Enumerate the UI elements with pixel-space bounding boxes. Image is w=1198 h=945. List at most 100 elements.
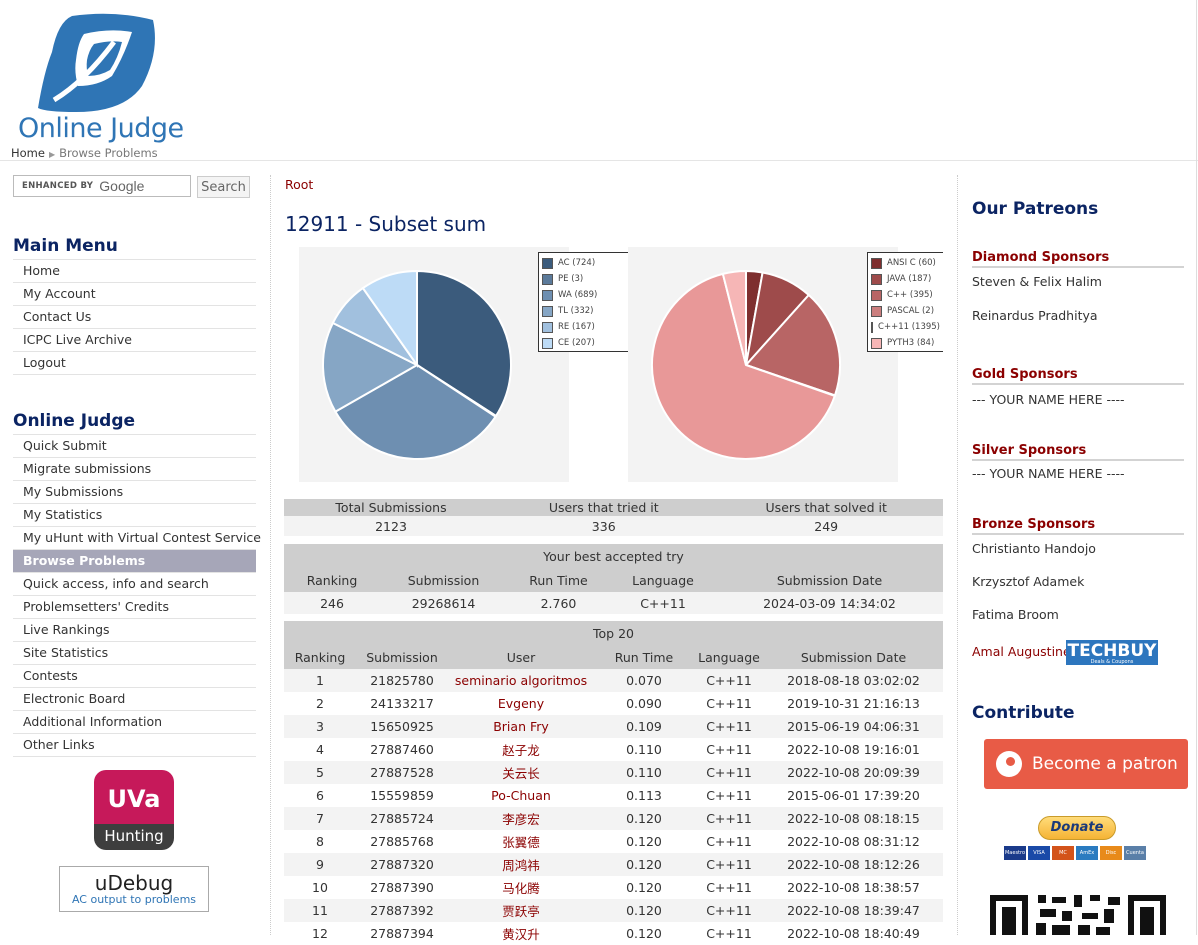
top20-cell-run-time: 0.113 (594, 784, 694, 807)
user-link[interactable]: 黄汉升 (448, 922, 594, 945)
menu-item-icpc-live-archive[interactable]: ICPC Live Archive (13, 328, 256, 351)
search-input[interactable]: ENHANCED BY Google (13, 175, 191, 197)
user-link[interactable]: Evgeny (448, 692, 594, 715)
table-row: 10 27887390 马化腾 0.120 C++11 2022-10-08 18:38:… (284, 876, 943, 899)
user-link[interactable]: 贾跃亭 (448, 899, 594, 922)
table-row: 1 21825780 seminario algoritmos 0.070 C++11 2… (284, 669, 943, 692)
user-link[interactable]: seminario algoritmos (448, 669, 594, 692)
search-button[interactable]: Search (197, 176, 250, 198)
become-patron-label: Become a patron (1032, 754, 1178, 774)
top20-cell-ranking: 12 (284, 922, 356, 945)
menu-item-migrate-submissions[interactable]: Migrate submissions (13, 457, 256, 480)
user-link[interactable]: 李彦宏 (448, 807, 594, 830)
google-logo: Google (99, 178, 145, 194)
best-try-header-submission: Submission (380, 568, 507, 592)
user-link[interactable]: 周鸿祎 (448, 853, 594, 876)
menu-item-electronic-board[interactable]: Electronic Board (13, 687, 256, 710)
become-patron-button[interactable]: Become a patron (984, 739, 1188, 789)
top20-cell-run-time: 0.110 (594, 761, 694, 784)
user-link[interactable]: 张翼德 (448, 830, 594, 853)
language-pie-chart (651, 269, 841, 460)
menu-item-other-links[interactable]: Other Links (13, 733, 256, 757)
left-divider (270, 175, 271, 935)
top20-cell-language: C++11 (694, 876, 764, 899)
sponsor-link[interactable]: Amal Augustine (972, 644, 1071, 659)
top20-cell-submission: 21825780 (356, 669, 448, 692)
main-menu-title: Main Menu (13, 236, 118, 256)
best-try-cell-language: C++11 (610, 592, 716, 614)
menu-item-live-rankings[interactable]: Live Rankings (13, 618, 256, 641)
legend-swatch (542, 257, 553, 269)
table-row: 3 15650925 Brian Fry 0.109 C++11 2015-06-19 0… (284, 715, 943, 738)
table-row: 2 24133217 Evgeny 0.090 C++11 2019-10-31 21:1… (284, 692, 943, 715)
menu-item-contests[interactable]: Contests (13, 664, 256, 687)
qr-code-icon (990, 895, 1166, 935)
stats-tried: 336 (498, 516, 710, 536)
top20-cell-submission-date: 2022-10-08 18:40:49 (764, 922, 943, 945)
top20-cell-submission: 24133217 (356, 692, 448, 715)
legend-swatch (871, 273, 882, 285)
diamond-sponsors-heading: Diamond Sponsors (972, 250, 1184, 268)
user-link[interactable]: 马化腾 (448, 876, 594, 899)
menu-item-my-submissions[interactable]: My Submissions (13, 480, 256, 503)
top20-cell-submission: 27887528 (356, 761, 448, 784)
user-link[interactable]: Brian Fry (448, 715, 594, 738)
top20-header-language: Language (694, 645, 764, 669)
techbuy-logo[interactable]: TECHBUY Deals & Coupons (1066, 640, 1158, 665)
user-link[interactable]: 赵子龙 (448, 738, 594, 761)
stats-total: 2123 (284, 516, 499, 536)
menu-item-my-account[interactable]: My Account (13, 282, 256, 305)
best-try-cell-run-time: 2.760 (507, 592, 610, 614)
legend-item: PASCAL (2) (871, 303, 940, 319)
best-try-header-submission-date: Submission Date (716, 568, 943, 592)
top20-cell-submission-date: 2018-08-18 03:02:02 (764, 669, 943, 692)
best-try-header-run-time: Run Time (507, 568, 610, 592)
top20-cell-ranking: 9 (284, 853, 356, 876)
legend-swatch (871, 305, 882, 317)
legend-item: ANSI C (60) (871, 255, 940, 271)
uva-badge-top: UVa (94, 770, 174, 824)
table-row: 12 27887394 黄汉升 0.120 C++11 2022-10-08 18:40:… (284, 922, 943, 945)
top20-cell-submission: 27887320 (356, 853, 448, 876)
top20-cell-submission-date: 2022-10-08 18:38:57 (764, 876, 943, 899)
top20-cell-submission: 27887392 (356, 899, 448, 922)
menu-item-my-statistics[interactable]: My Statistics (13, 503, 256, 526)
best-try-cell-submission: 29268614 (380, 592, 507, 614)
menu-item-additional-information[interactable]: Additional Information (13, 710, 256, 733)
menu-item-logout[interactable]: Logout (13, 351, 256, 375)
menu-item-browse-problems[interactable]: Browse Problems (13, 549, 256, 572)
legend-label: JAVA (187) (887, 274, 932, 284)
menu-item-site-statistics[interactable]: Site Statistics (13, 641, 256, 664)
top20-cell-submission: 27885724 (356, 807, 448, 830)
top20-cell-language: C++11 (694, 899, 764, 922)
legend-swatch (871, 257, 882, 269)
menu-item-quick-access-info-and-search[interactable]: Quick access, info and search (13, 572, 256, 595)
menu-item-my-uhunt-with-virtual-contest-service[interactable]: My uHunt with Virtual Contest Service (13, 526, 261, 549)
legend-label: WA (689) (558, 290, 598, 300)
table-row: 5 27887528 关云长 0.110 C++11 2022-10-08 20:09:3… (284, 761, 943, 784)
donate-button[interactable]: Donate (1038, 816, 1116, 840)
bank-account-icon: Cuenta bancaria (1124, 846, 1146, 870)
sponsor-placeholder: --- YOUR NAME HERE ---- (972, 392, 1125, 407)
legend-label: C++ (395) (887, 290, 933, 300)
visa-card-icon: VISA (1028, 846, 1050, 860)
contribute-title: Contribute (972, 703, 1075, 723)
right-divider (957, 175, 958, 935)
breadcrumb-home[interactable]: Home (11, 146, 45, 160)
stats-header-tried: Users that tried it (498, 499, 710, 516)
user-link[interactable]: Po-Chuan (448, 784, 594, 807)
user-link[interactable]: 关云长 (448, 761, 594, 784)
menu-item-problemsetters-credits[interactable]: Problemsetters' Credits (13, 595, 256, 618)
uva-hunting-badge[interactable]: UVa Hunting (94, 770, 174, 850)
udebug-link[interactable]: uDebug AC output to problems (59, 866, 209, 912)
top20-cell-language: C++11 (694, 669, 764, 692)
root-link[interactable]: Root (285, 177, 313, 192)
menu-item-home[interactable]: Home (13, 259, 256, 282)
top20-cell-ranking: 8 (284, 830, 356, 853)
menu-item-contact-us[interactable]: Contact Us (13, 305, 256, 328)
menu-item-quick-submit[interactable]: Quick Submit (13, 434, 256, 457)
top20-cell-language: C++11 (694, 715, 764, 738)
amex-card-icon: AmEx (1076, 846, 1098, 860)
top20-cell-ranking: 11 (284, 899, 356, 922)
top20-cell-run-time: 0.120 (594, 876, 694, 899)
